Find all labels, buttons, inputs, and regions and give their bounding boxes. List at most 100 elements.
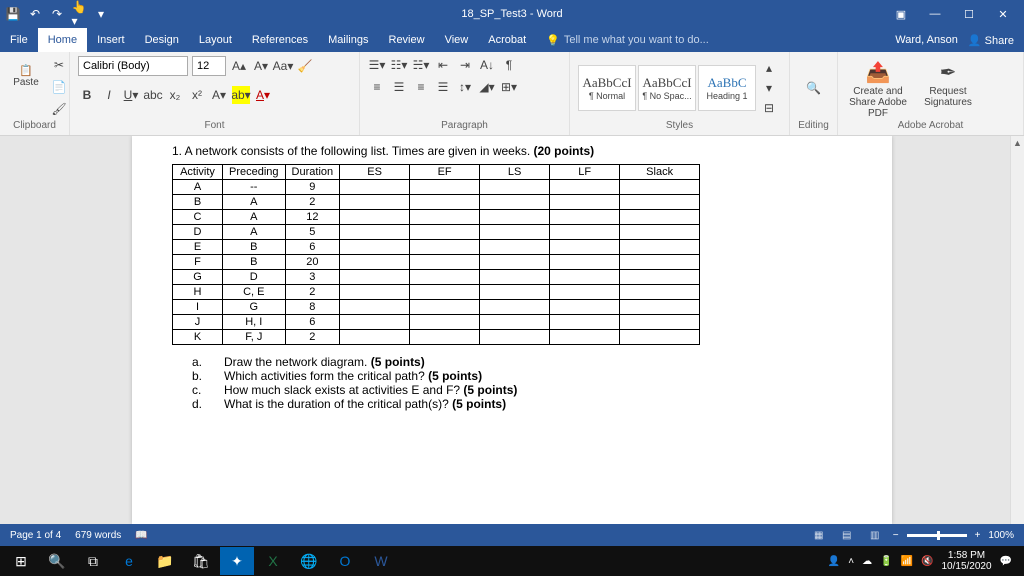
tell-me-search[interactable]: 💡 Tell me what you want to do...: [536, 34, 709, 47]
request-signatures-button[interactable]: ✒Request Signatures: [916, 56, 980, 108]
multilevel-icon[interactable]: ☵▾: [412, 56, 430, 74]
tab-acrobat[interactable]: Acrobat: [478, 28, 536, 52]
task-view-icon[interactable]: ⧉: [76, 547, 110, 575]
shading-icon[interactable]: ◢▾: [478, 78, 496, 96]
print-layout-icon[interactable]: ▤: [837, 527, 857, 543]
tab-mailings[interactable]: Mailings: [318, 28, 378, 52]
save-icon[interactable]: 💾: [6, 7, 20, 21]
touch-icon[interactable]: 👆▾: [72, 7, 86, 21]
tab-home[interactable]: Home: [38, 28, 87, 52]
sort-icon[interactable]: A↓: [478, 56, 496, 74]
font-size-select[interactable]: [192, 56, 226, 76]
style-heading1[interactable]: AaBbCHeading 1: [698, 65, 756, 111]
zoom-out-icon[interactable]: −: [893, 530, 899, 541]
bold-icon[interactable]: B: [78, 86, 96, 104]
change-case-icon[interactable]: Aa▾: [274, 57, 292, 75]
search-icon[interactable]: 🔍: [40, 547, 74, 575]
tab-layout[interactable]: Layout: [189, 28, 242, 52]
justify-icon[interactable]: ☰: [434, 78, 452, 96]
read-mode-icon[interactable]: ▦: [809, 527, 829, 543]
redo-icon[interactable]: ↷: [50, 7, 64, 21]
tab-view[interactable]: View: [435, 28, 479, 52]
table-row: CA12: [173, 210, 700, 225]
notifications-icon[interactable]: 💬: [1000, 556, 1012, 567]
zoom-slider[interactable]: [907, 534, 967, 537]
style-normal[interactable]: AaBbCcI¶ Normal: [578, 65, 636, 111]
volume-icon[interactable]: 🔇: [921, 556, 933, 567]
line-spacing-icon[interactable]: ↕▾: [456, 78, 474, 96]
styles-up-icon[interactable]: ▴: [760, 59, 778, 77]
clear-format-icon[interactable]: 🧹: [296, 57, 314, 75]
increase-indent-icon[interactable]: ⇥: [456, 56, 474, 74]
table-header: Duration: [285, 165, 340, 180]
strike-icon[interactable]: abc: [144, 86, 162, 104]
tab-file[interactable]: File: [0, 28, 38, 52]
close-icon[interactable]: ✕: [988, 0, 1018, 28]
highlight-icon[interactable]: ab▾: [232, 86, 250, 104]
edge-icon[interactable]: e: [112, 547, 146, 575]
store-icon[interactable]: 🛍: [184, 547, 218, 575]
clock[interactable]: 1:58 PM 10/15/2020: [941, 550, 991, 572]
scroll-up-icon[interactable]: ▲: [1011, 136, 1024, 150]
maximize-icon[interactable]: ☐: [954, 0, 984, 28]
pilcrow-icon[interactable]: ¶: [500, 56, 518, 74]
outlook-icon[interactable]: O: [328, 547, 362, 575]
font-color-icon[interactable]: A▾: [254, 86, 272, 104]
style-nospacing[interactable]: AaBbCcI¶ No Spac...: [638, 65, 696, 111]
bullets-icon[interactable]: ☰▾: [368, 56, 386, 74]
ribbon-options-icon[interactable]: ▣: [886, 0, 916, 28]
page-indicator[interactable]: Page 1 of 4: [10, 530, 61, 541]
tab-insert[interactable]: Insert: [87, 28, 135, 52]
format-painter-icon[interactable]: 🖌: [50, 100, 68, 118]
word-count[interactable]: 679 words: [75, 530, 121, 541]
align-right-icon[interactable]: ≡: [412, 78, 430, 96]
explorer-icon[interactable]: 📁: [148, 547, 182, 575]
wifi-icon[interactable]: 📶: [901, 556, 913, 567]
font-name-select[interactable]: [78, 56, 188, 76]
sub-question: c.How much slack exists at activities E …: [192, 383, 852, 397]
find-icon[interactable]: 🔍: [805, 79, 823, 97]
italic-icon[interactable]: I: [100, 86, 118, 104]
tab-review[interactable]: Review: [379, 28, 435, 52]
qat-more-icon[interactable]: ▾: [94, 7, 108, 21]
zoom-in-icon[interactable]: +: [975, 530, 981, 541]
superscript-icon[interactable]: x²: [188, 86, 206, 104]
share-button[interactable]: 👤 Share: [968, 34, 1014, 47]
text-effects-icon[interactable]: A▾: [210, 86, 228, 104]
excel-icon[interactable]: X: [256, 547, 290, 575]
start-icon[interactable]: ⊞: [4, 547, 38, 575]
tab-design[interactable]: Design: [135, 28, 189, 52]
app-icon[interactable]: ✦: [220, 547, 254, 575]
subscript-icon[interactable]: x₂: [166, 86, 184, 104]
align-center-icon[interactable]: ☰: [390, 78, 408, 96]
cut-icon[interactable]: ✂: [50, 56, 68, 74]
numbering-icon[interactable]: ☷▾: [390, 56, 408, 74]
people-icon[interactable]: 👤: [828, 556, 840, 567]
document-page[interactable]: 1. A network consists of the following l…: [132, 136, 892, 524]
styles-more-icon[interactable]: ⊟: [760, 99, 778, 117]
vertical-scrollbar[interactable]: ▲: [1010, 136, 1024, 524]
minimize-icon[interactable]: —: [920, 0, 950, 28]
borders-icon[interactable]: ⊞▾: [500, 78, 518, 96]
onedrive-icon[interactable]: ☁: [862, 556, 872, 567]
decrease-indent-icon[interactable]: ⇤: [434, 56, 452, 74]
tab-references[interactable]: References: [242, 28, 318, 52]
tray-up-icon[interactable]: ˄: [848, 556, 854, 567]
chrome-icon[interactable]: 🌐: [292, 547, 326, 575]
word-icon[interactable]: W: [364, 547, 398, 575]
shrink-font-icon[interactable]: A▾: [252, 57, 270, 75]
table-header: Preceding: [223, 165, 286, 180]
paste-button[interactable]: 📋Paste: [8, 56, 44, 96]
align-left-icon[interactable]: ≡: [368, 78, 386, 96]
user-name[interactable]: Ward, Anson: [895, 34, 958, 46]
grow-font-icon[interactable]: A▴: [230, 57, 248, 75]
battery-icon[interactable]: 🔋: [880, 556, 892, 567]
underline-icon[interactable]: U▾: [122, 86, 140, 104]
web-layout-icon[interactable]: ▥: [865, 527, 885, 543]
copy-icon[interactable]: 📄: [50, 78, 68, 96]
undo-icon[interactable]: ↶: [28, 7, 42, 21]
zoom-level[interactable]: 100%: [988, 530, 1014, 541]
styles-down-icon[interactable]: ▾: [760, 79, 778, 97]
proofing-icon[interactable]: 📖: [135, 530, 147, 541]
create-share-pdf-button[interactable]: 📤Create and Share Adobe PDF: [846, 56, 910, 119]
